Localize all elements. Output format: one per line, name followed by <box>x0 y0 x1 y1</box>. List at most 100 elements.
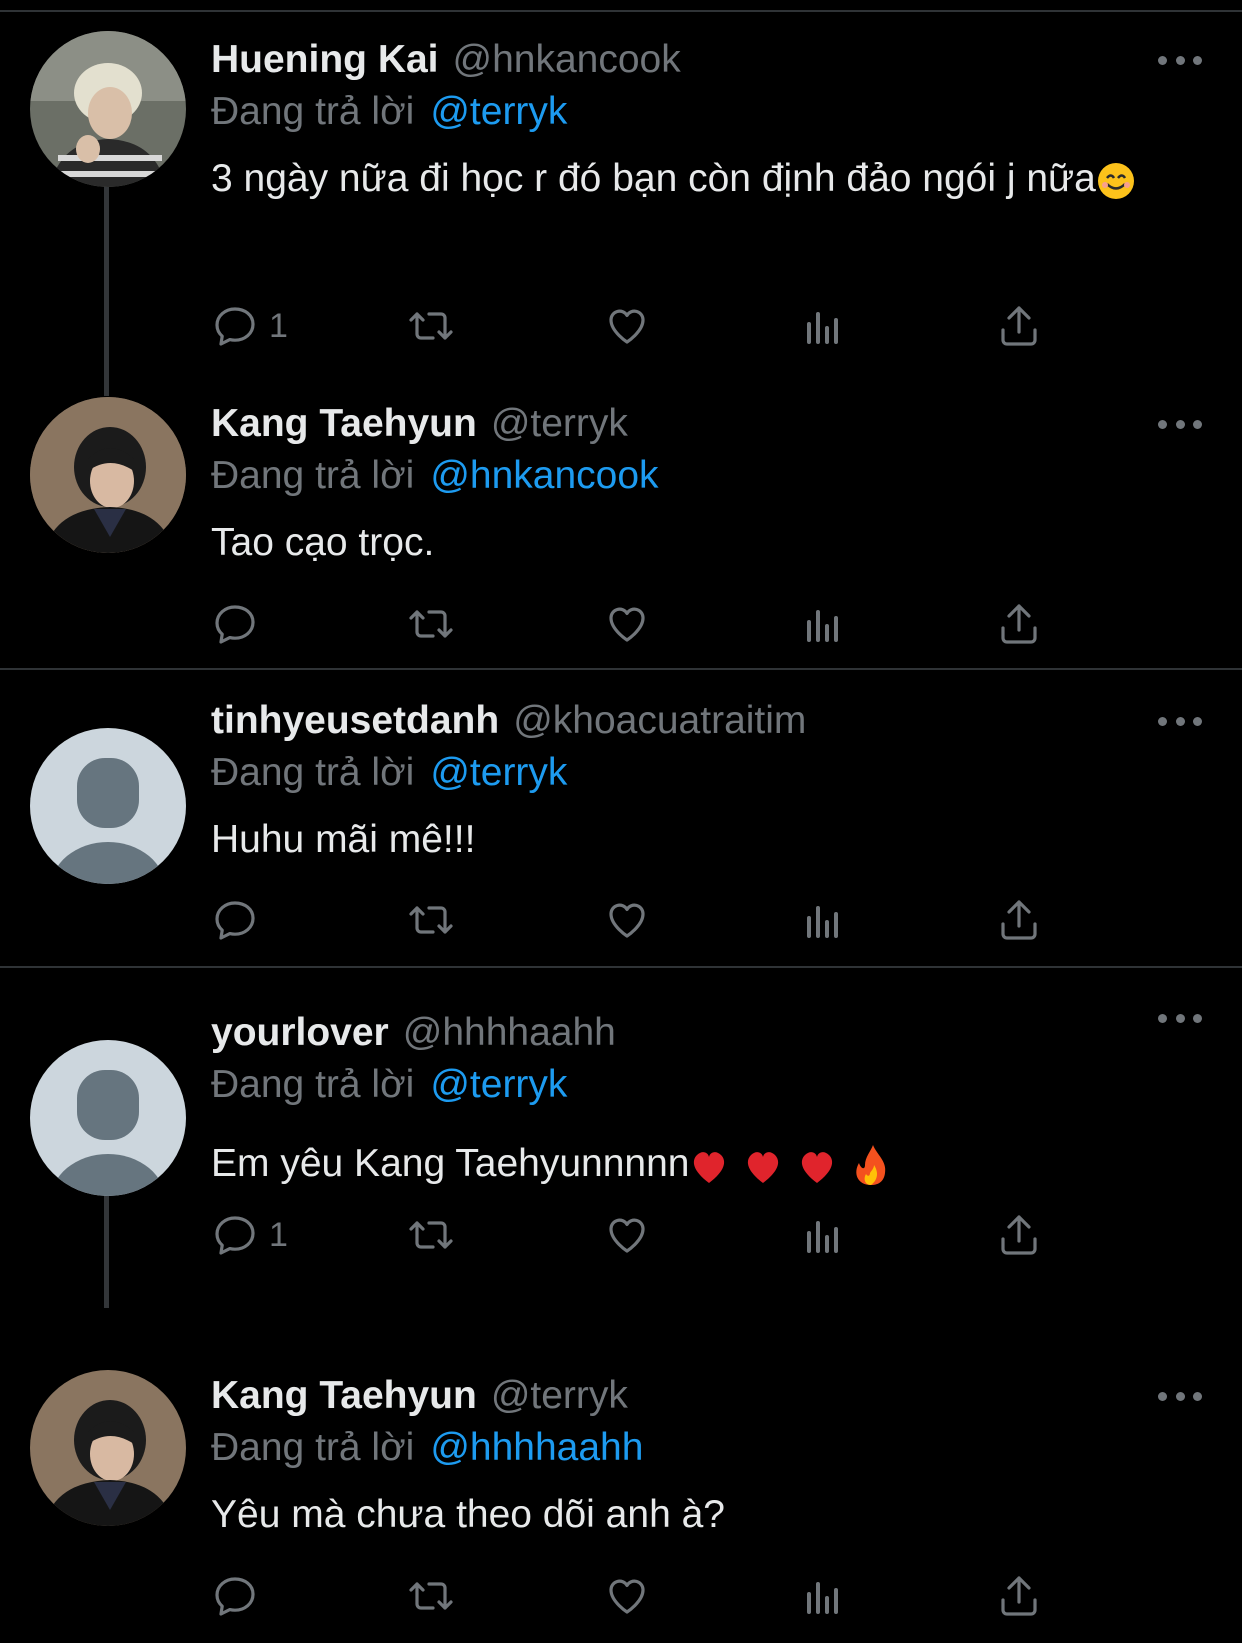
views-button[interactable] <box>799 1566 847 1626</box>
replying-to: Đang trả lời @terryk <box>211 1059 1202 1111</box>
like-button[interactable] <box>603 1205 651 1265</box>
like-button[interactable] <box>603 296 651 356</box>
more-options-icon[interactable] <box>1158 414 1202 434</box>
tweet[interactable]: Kang Taehyun @terryk Đang trả lời @hhhha… <box>0 1302 1242 1643</box>
views-icon <box>807 1582 838 1614</box>
share-button[interactable] <box>995 890 1043 950</box>
user-handle[interactable]: @khoacuatraitim <box>513 699 806 743</box>
retweet-button[interactable] <box>407 890 455 950</box>
views-icon <box>807 610 838 642</box>
tweet-text-content: Em yêu Kang Taehyunnnnn <box>211 1142 690 1185</box>
display-name[interactable]: Kang Taehyun <box>211 402 477 446</box>
reply-button[interactable] <box>211 890 269 950</box>
tweet[interactable]: Kang Taehyun @terryk Đang trả lời @hnkan… <box>0 390 1242 668</box>
views-icon <box>807 1221 838 1253</box>
share-icon <box>1001 1215 1037 1255</box>
share-button[interactable] <box>995 1566 1043 1626</box>
reply-count: 1 <box>269 306 288 345</box>
tweet-text: Yêu mà chưa theo dõi anh à? <box>211 1482 1202 1548</box>
like-button[interactable] <box>603 594 651 654</box>
avatar[interactable] <box>30 31 186 187</box>
reply-icon <box>215 605 255 644</box>
avatar[interactable] <box>30 397 186 553</box>
views-button[interactable] <box>799 296 847 356</box>
replying-to: Đang trả lời @hnkancook <box>211 450 1202 502</box>
action-bar: 1 <box>211 1205 1091 1265</box>
reply-prefix: Đang trả lời <box>211 1063 415 1106</box>
like-button[interactable] <box>603 1566 651 1626</box>
reply-icon <box>215 1216 255 1255</box>
retweet-button[interactable] <box>407 1205 455 1265</box>
user-handle[interactable]: @terryk <box>491 402 628 446</box>
display-name[interactable]: tinhyeusetdanh <box>211 699 499 743</box>
reply-count: 1 <box>269 1215 288 1254</box>
more-options-icon[interactable] <box>1158 711 1202 731</box>
display-name[interactable]: Huening Kai <box>211 38 439 82</box>
reply-mention[interactable]: @hhhhaahh <box>430 1426 643 1470</box>
retweet-button[interactable] <box>407 1566 455 1626</box>
like-icon <box>609 309 645 344</box>
retweet-icon <box>409 610 453 638</box>
display-name[interactable]: yourlover <box>211 1011 389 1055</box>
tweet-text-content: 3 ngày nữa đi học r đó bạn còn định đảo … <box>211 157 1096 200</box>
reply-button[interactable]: 1 <box>211 1205 288 1265</box>
reply-mention[interactable]: @terryk <box>430 1063 567 1107</box>
tweet[interactable]: tinhyeusetdanh @khoacuatraitim Đang trả … <box>0 670 1242 966</box>
retweet-button[interactable] <box>407 594 455 654</box>
avatar[interactable] <box>30 1040 186 1196</box>
photo-avatar-dark <box>30 397 186 553</box>
tweet-text: 3 ngày nữa đi học r đó bạn còn định đảo … <box>211 146 1202 212</box>
replying-to: Đang trả lời @terryk <box>211 747 1202 799</box>
tweet-text: Tao cạo trọc. <box>211 510 1202 576</box>
more-options-icon[interactable] <box>1158 50 1202 70</box>
reply-mention[interactable]: @hnkancook <box>430 454 658 498</box>
share-icon <box>1001 900 1037 940</box>
reply-button[interactable] <box>211 1566 269 1626</box>
tweet-text: Huhu mãi mê!!! <box>211 807 1202 873</box>
reply-button[interactable] <box>211 594 269 654</box>
reply-button[interactable]: 1 <box>211 296 288 356</box>
hearts-and-fire-emoji <box>694 1144 886 1185</box>
action-bar <box>211 890 1091 950</box>
tweet[interactable]: Huening Kai @hnkancook Đang trả lời @ter… <box>0 0 1242 390</box>
views-button[interactable] <box>799 594 847 654</box>
share-button[interactable] <box>995 1205 1043 1265</box>
share-button[interactable] <box>995 296 1043 356</box>
tweet-text-content: Yêu mà chưa theo dõi anh à? <box>211 1493 725 1536</box>
retweet-icon <box>409 906 453 934</box>
more-options-icon[interactable] <box>1158 1386 1202 1406</box>
avatar[interactable] <box>30 1370 186 1526</box>
like-icon <box>609 607 645 642</box>
reply-icon <box>215 1577 255 1616</box>
user-handle[interactable]: @hhhhaahh <box>403 1011 616 1055</box>
display-name[interactable]: Kang Taehyun <box>211 1374 477 1418</box>
tweet-text-content: Tao cạo trọc. <box>211 521 435 564</box>
reply-mention[interactable]: @terryk <box>430 90 567 134</box>
avatar[interactable] <box>30 728 186 884</box>
views-button[interactable] <box>799 1205 847 1265</box>
tweet-text-content: Huhu mãi mê!!! <box>211 818 476 861</box>
user-handle[interactable]: @hnkancook <box>453 38 681 82</box>
replying-to: Đang trả lời @hhhhaahh <box>211 1422 1202 1474</box>
replying-to: Đang trả lời @terryk <box>211 86 1202 138</box>
user-handle[interactable]: @terryk <box>491 1374 628 1418</box>
views-icon <box>807 312 838 344</box>
reply-icon <box>215 307 255 346</box>
reply-prefix: Đang trả lời <box>211 454 415 497</box>
like-icon <box>609 1579 645 1614</box>
reply-mention[interactable]: @terryk <box>430 751 567 795</box>
tweet-text: Em yêu Kang Taehyunnnnn <box>211 1131 1202 1197</box>
share-button[interactable] <box>995 594 1043 654</box>
share-icon <box>1001 1576 1037 1616</box>
like-button[interactable] <box>603 890 651 950</box>
retweet-button[interactable] <box>407 296 455 356</box>
reply-prefix: Đang trả lời <box>211 1426 415 1469</box>
share-icon <box>1001 604 1037 644</box>
photo-avatar-dark <box>30 1370 186 1526</box>
views-icon <box>807 906 838 938</box>
retweet-icon <box>409 312 453 340</box>
more-options-icon[interactable] <box>1158 1008 1202 1028</box>
reply-prefix: Đang trả lời <box>211 90 415 133</box>
tweet[interactable]: yourlover @hhhhaahh Đang trả lời @terryk… <box>0 968 1242 1302</box>
views-button[interactable] <box>799 890 847 950</box>
